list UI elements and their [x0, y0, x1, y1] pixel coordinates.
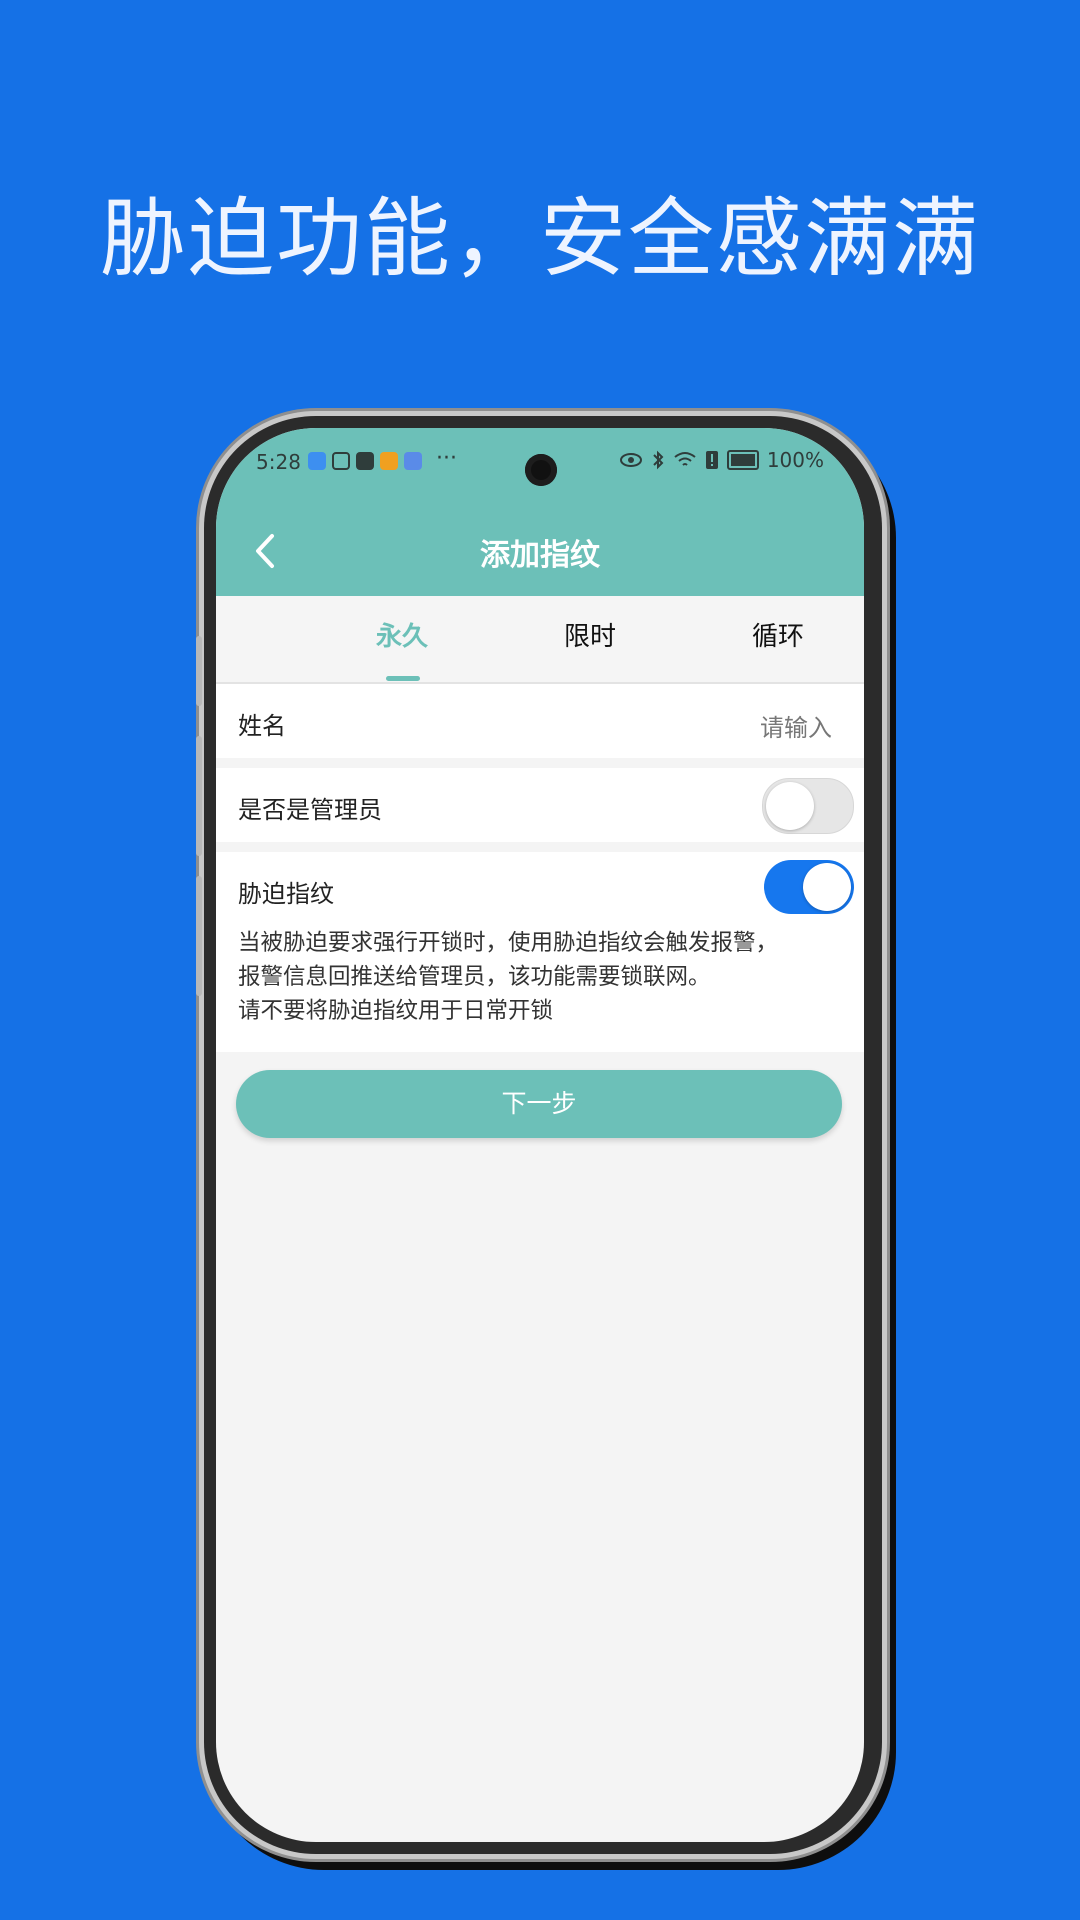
play-icon: [380, 452, 398, 470]
name-label: 姓名: [238, 712, 286, 740]
next-step-button[interactable]: 下一步: [236, 1070, 842, 1138]
toggle-knob: [803, 863, 851, 911]
admin-label: 是否是管理员: [238, 796, 382, 824]
phone-side-button: [196, 736, 202, 856]
admin-toggle[interactable]: [762, 778, 854, 834]
phone-side-button: [196, 636, 202, 706]
app-notification-icon: [332, 452, 350, 470]
duress-description-line: 报警信息回推送给管理员，该功能需要锁联网。: [238, 964, 711, 990]
bluetooth-icon: [653, 450, 664, 470]
duress-label: 胁迫指纹: [238, 880, 334, 908]
more-notifications-icon: ···: [436, 446, 457, 471]
battery-icon: [726, 450, 759, 470]
phone-screen: 5:28 ··· 100% 添加指纹 永久 限时 循环 姓名 请输入 是否是管理…: [216, 428, 864, 1842]
active-tab-indicator: [386, 676, 420, 681]
app-header: 5:28 ··· 100% 添加指纹: [216, 428, 864, 596]
app-notification-icon: [404, 452, 422, 470]
tab-limited-time[interactable]: 限时: [564, 616, 616, 653]
eye-icon: [619, 453, 642, 467]
phone-side-button: [196, 876, 202, 996]
tab-recurring[interactable]: 循环: [752, 616, 804, 653]
notification-icons: [308, 452, 422, 470]
page-title: 添加指纹: [480, 538, 600, 573]
alert-sim-icon: [705, 451, 718, 469]
name-input[interactable]: 请输入: [760, 708, 832, 743]
duress-toggle[interactable]: [764, 860, 854, 914]
duress-description-line: 当被胁迫要求强行开锁时，使用胁迫指纹会触发报警，: [238, 930, 779, 956]
toggle-knob: [766, 782, 814, 830]
status-right: 100%: [619, 448, 824, 472]
status-bar: 5:28 ··· 100%: [216, 428, 864, 488]
duress-row: 胁迫指纹 当被胁迫要求强行开锁时，使用胁迫指纹会触发报警， 报警信息回推送给管理…: [216, 852, 864, 1052]
phone-frame: 5:28 ··· 100% 添加指纹 永久 限时 循环 姓名 请输入 是否是管理…: [196, 416, 882, 1854]
status-time: 5:28: [256, 450, 301, 474]
tab-permanent[interactable]: 永久: [376, 616, 428, 653]
battery-percentage: 100%: [766, 448, 824, 472]
app-notification-icon: [308, 452, 326, 470]
promo-headline: 胁迫功能，安全感满满: [100, 189, 980, 289]
duress-description: 当被胁迫要求强行开锁时，使用胁迫指纹会触发报警， 报警信息回推送给管理员，该功能…: [238, 926, 838, 1028]
name-row[interactable]: 姓名 请输入: [216, 684, 864, 758]
nav-bar: 添加指纹: [216, 512, 864, 596]
upload-icon: [356, 452, 374, 470]
tab-bar: 永久 限时 循环: [216, 596, 864, 684]
front-camera: [525, 454, 557, 486]
wifi-icon: [674, 452, 696, 466]
admin-row: 是否是管理员: [216, 768, 864, 842]
duress-description-line: 请不要将胁迫指纹用于日常开锁: [238, 998, 554, 1024]
